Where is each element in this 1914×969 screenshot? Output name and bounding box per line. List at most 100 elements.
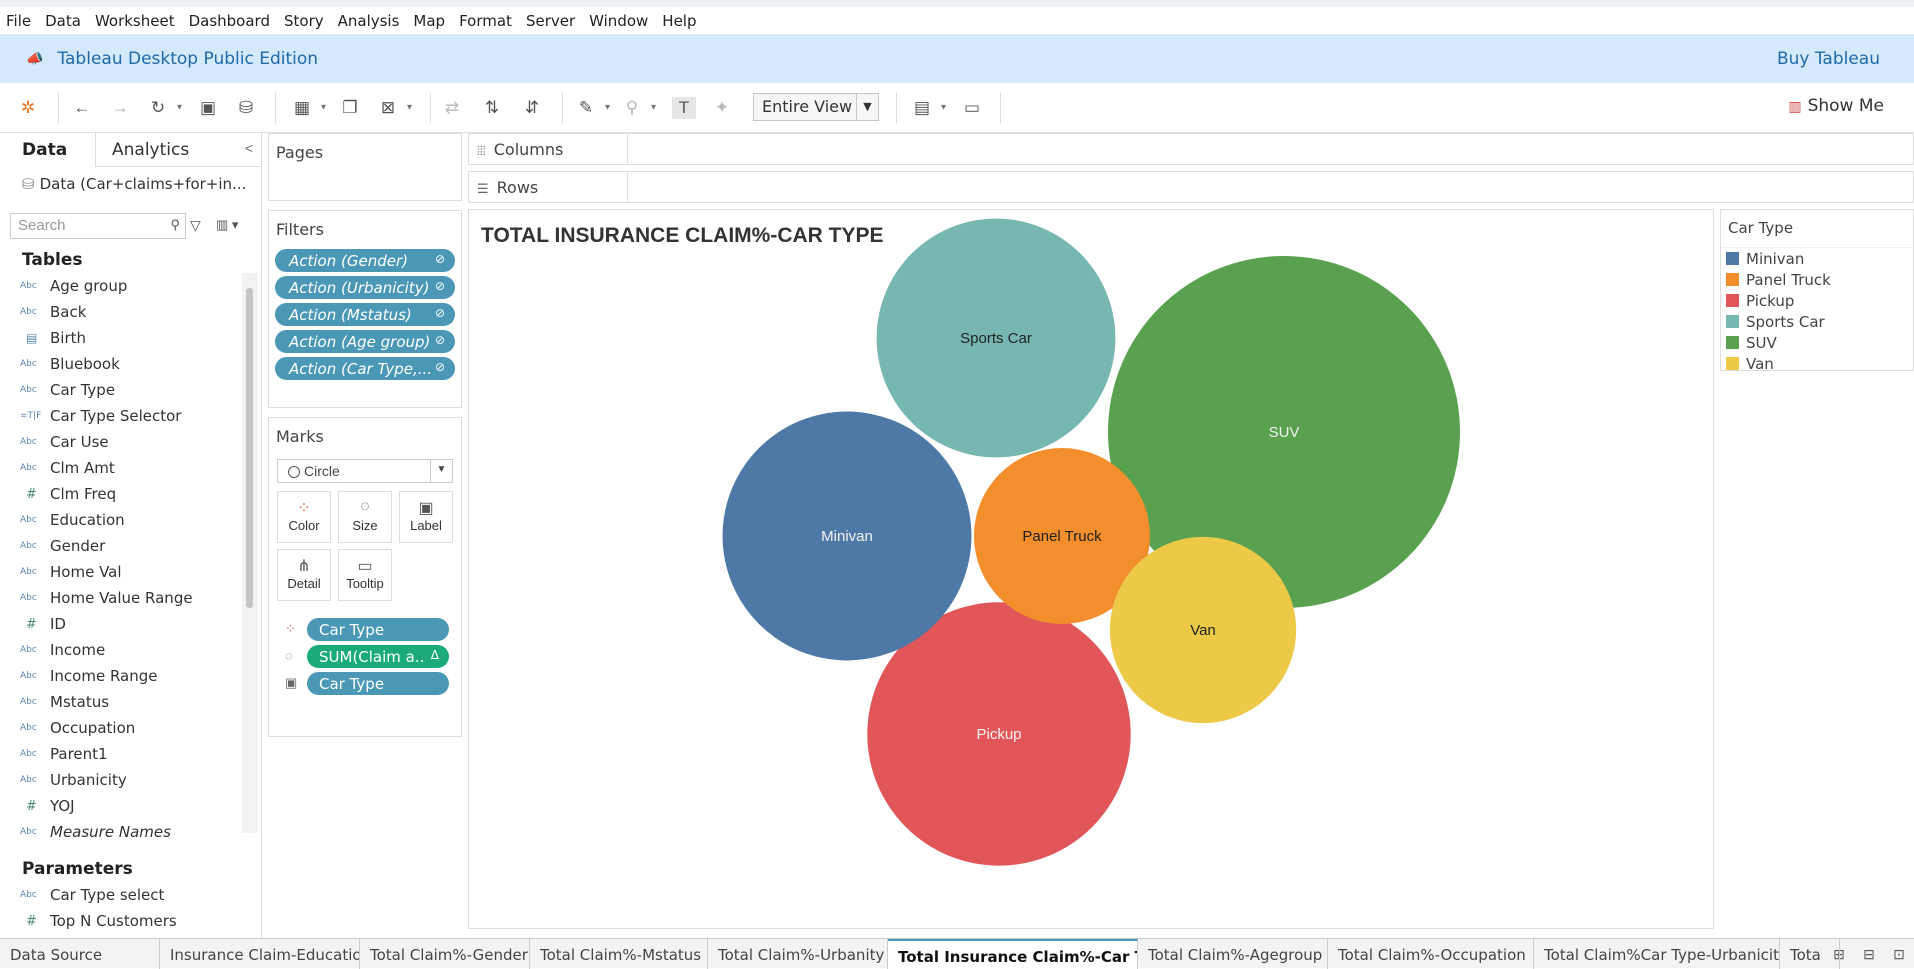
presentation-mode-icon[interactable]: ▭	[960, 97, 984, 119]
marks-pill-car-type-color[interactable]: Car Type	[307, 618, 449, 641]
save-icon[interactable]: ▣	[196, 97, 220, 119]
sheet-tab[interactable]: Total Insurance Claim%-Car T...	[888, 939, 1138, 969]
field-item[interactable]: Abc Car Type select	[0, 882, 244, 908]
field-item[interactable]: # Top N Customers	[0, 908, 244, 934]
highlight-icon[interactable]: ✎	[574, 97, 610, 119]
packed-bubble-chart[interactable]: SUV Pickup Minivan Sports Car Panel Truck Van	[469, 210, 1713, 928]
sheet-tab[interactable]: Tota	[1780, 939, 1840, 969]
menu-map[interactable]: Map	[413, 12, 445, 30]
legend-item[interactable]: Panel Truck	[1721, 269, 1913, 290]
pages-shelf[interactable]: Pages	[268, 133, 462, 201]
field-item[interactable]: # Clm Freq	[0, 481, 244, 507]
fix-axes-icon[interactable]: ✦	[710, 97, 734, 119]
sort-ascending-icon[interactable]: ⇅	[480, 97, 504, 119]
show-me-button[interactable]: ▥ Show Me	[1788, 96, 1884, 116]
field-item[interactable]: Abc Clm Amt	[0, 455, 244, 481]
menu-format[interactable]: Format	[459, 12, 512, 30]
field-item[interactable]: =T|F Car Type Selector	[0, 403, 244, 429]
field-item[interactable]: Abc Occupation	[0, 715, 244, 741]
field-item[interactable]: Abc Car Type	[0, 377, 244, 403]
show-mark-labels-icon[interactable]: T	[672, 97, 696, 119]
detail-button[interactable]: ⋔ Detail	[277, 549, 331, 601]
columns-shelf[interactable]: ⦙⦙⦙ Columns	[468, 133, 1914, 165]
field-item[interactable]: Abc Home Val	[0, 559, 244, 585]
legend-item[interactable]: SUV	[1721, 332, 1913, 353]
menu-worksheet[interactable]: Worksheet	[95, 12, 175, 30]
duplicate-sheet-icon[interactable]: ❐	[338, 97, 362, 119]
undo-icon[interactable]: ←	[70, 97, 94, 119]
field-item[interactable]: Abc Back	[0, 299, 244, 325]
filter-pill[interactable]: Action (Car Type,... ⊘	[275, 357, 455, 380]
rows-drop-area[interactable]	[628, 171, 1914, 203]
sheet-tab[interactable]: Total Claim%-Agegroup	[1138, 939, 1328, 969]
filter-pill[interactable]: Action (Urbanicity) ⊘	[275, 276, 455, 299]
datasource-item[interactable]: ⛁ Data (Car+claims+for+in...	[0, 167, 261, 199]
label-button[interactable]: ▣ Label	[399, 491, 453, 543]
field-item[interactable]: ▤ Birth	[0, 325, 244, 351]
menu-story[interactable]: Story	[284, 12, 324, 30]
buy-tableau-link[interactable]: Buy Tableau	[1777, 49, 1880, 69]
field-item[interactable]: Abc Bluebook	[0, 351, 244, 377]
filter-pill[interactable]: Action (Age group) ⊘	[275, 330, 455, 353]
field-item[interactable]: # YOJ	[0, 793, 244, 819]
color-button[interactable]: ⁘ Color	[277, 491, 331, 543]
swap-rows-columns-icon[interactable]: ⇄	[440, 97, 464, 119]
redo-icon[interactable]: →	[108, 97, 132, 119]
marks-pill-sum-claim[interactable]: SUM(Claim a.. Δ	[307, 645, 449, 668]
filter-pill[interactable]: Action (Mstatus) ⊘	[275, 303, 455, 326]
new-datasource-icon[interactable]: ⛁	[234, 97, 258, 119]
tab-analytics[interactable]: Analytics	[112, 140, 189, 160]
menu-window[interactable]: Window	[589, 12, 648, 30]
marks-pill-car-type-label[interactable]: Car Type	[307, 672, 449, 695]
filters-shelf[interactable]: Filters Action (Gender) ⊘ Action (Urbanic…	[268, 210, 462, 408]
tab-data[interactable]: Data	[0, 133, 96, 167]
filter-pill[interactable]: Action (Gender) ⊘	[275, 249, 455, 272]
legend-item[interactable]: Sports Car	[1721, 311, 1913, 332]
sheet-tab[interactable]: Total Claim%-Urbanity	[708, 939, 888, 969]
field-item[interactable]: Abc Urbanicity	[0, 767, 244, 793]
field-item[interactable]: Abc Parent1	[0, 741, 244, 767]
sheet-tab[interactable]: Total Claim%-Gender	[360, 939, 530, 969]
tooltip-button[interactable]: ▭ Tooltip	[338, 549, 392, 601]
menu-help[interactable]: Help	[662, 12, 696, 30]
search-field[interactable]: Search ⚲	[10, 213, 186, 239]
view-options-icon[interactable]: ▥ ▾	[216, 217, 238, 233]
field-item[interactable]: Abc Income	[0, 637, 244, 663]
legend-item[interactable]: Minivan	[1721, 248, 1913, 269]
mark-type-dropdown[interactable]: Circle ▼	[277, 459, 453, 483]
size-button[interactable]: ◌ Size	[338, 491, 392, 543]
legend-item[interactable]: Van	[1721, 353, 1913, 374]
new-worksheet-icon[interactable]: ▦	[290, 97, 326, 119]
new-dashboard-tab-icon[interactable]: ⊟	[1863, 946, 1875, 963]
menu-data[interactable]: Data	[45, 12, 81, 30]
field-item[interactable]: Abc Measure Names	[0, 819, 244, 845]
sheet-tab[interactable]: Total Claim%Car Type-Urbanicity	[1534, 939, 1780, 969]
field-item[interactable]: Abc Income Range	[0, 663, 244, 689]
replay-icon[interactable]: ↻	[146, 97, 182, 119]
fit-dropdown[interactable]: Entire View ▼	[753, 93, 879, 121]
menu-file[interactable]: File	[6, 12, 31, 30]
clear-sheet-icon[interactable]: ⊠	[376, 97, 412, 119]
sheet-tab[interactable]: Total Claim%-Mstatus	[530, 939, 708, 969]
sheet-tab[interactable]: Data Source	[0, 939, 160, 969]
show-cards-icon[interactable]: ▤	[910, 97, 946, 119]
sort-descending-icon[interactable]: ⇵	[520, 97, 544, 119]
field-list-scrollbar[interactable]	[246, 288, 253, 608]
worksheet-view[interactable]: TOTAL INSURANCE CLAIM%-CAR TYPE SUV Picku…	[468, 209, 1714, 929]
collapse-pane-icon[interactable]: <	[245, 140, 253, 156]
legend-item[interactable]: Pickup	[1721, 290, 1913, 311]
field-item[interactable]: Abc Car Use	[0, 429, 244, 455]
sheet-tab[interactable]: Insurance Claim-Education	[160, 939, 360, 969]
sheet-tab[interactable]: Total Claim%-Occupation	[1328, 939, 1534, 969]
tableau-logo-icon[interactable]: ✲	[16, 97, 40, 119]
field-item[interactable]: # ID	[0, 611, 244, 637]
menu-dashboard[interactable]: Dashboard	[189, 12, 270, 30]
new-story-tab-icon[interactable]: ⊡	[1893, 946, 1905, 963]
filter-icon[interactable]: ▽	[190, 217, 201, 234]
field-item[interactable]: Abc Education	[0, 507, 244, 533]
field-item[interactable]: Abc Home Value Range	[0, 585, 244, 611]
field-item[interactable]: Abc Mstatus	[0, 689, 244, 715]
field-item[interactable]: Abc Age group	[0, 273, 244, 299]
group-members-icon[interactable]: ⚲	[620, 97, 656, 119]
field-item[interactable]: Abc Gender	[0, 533, 244, 559]
